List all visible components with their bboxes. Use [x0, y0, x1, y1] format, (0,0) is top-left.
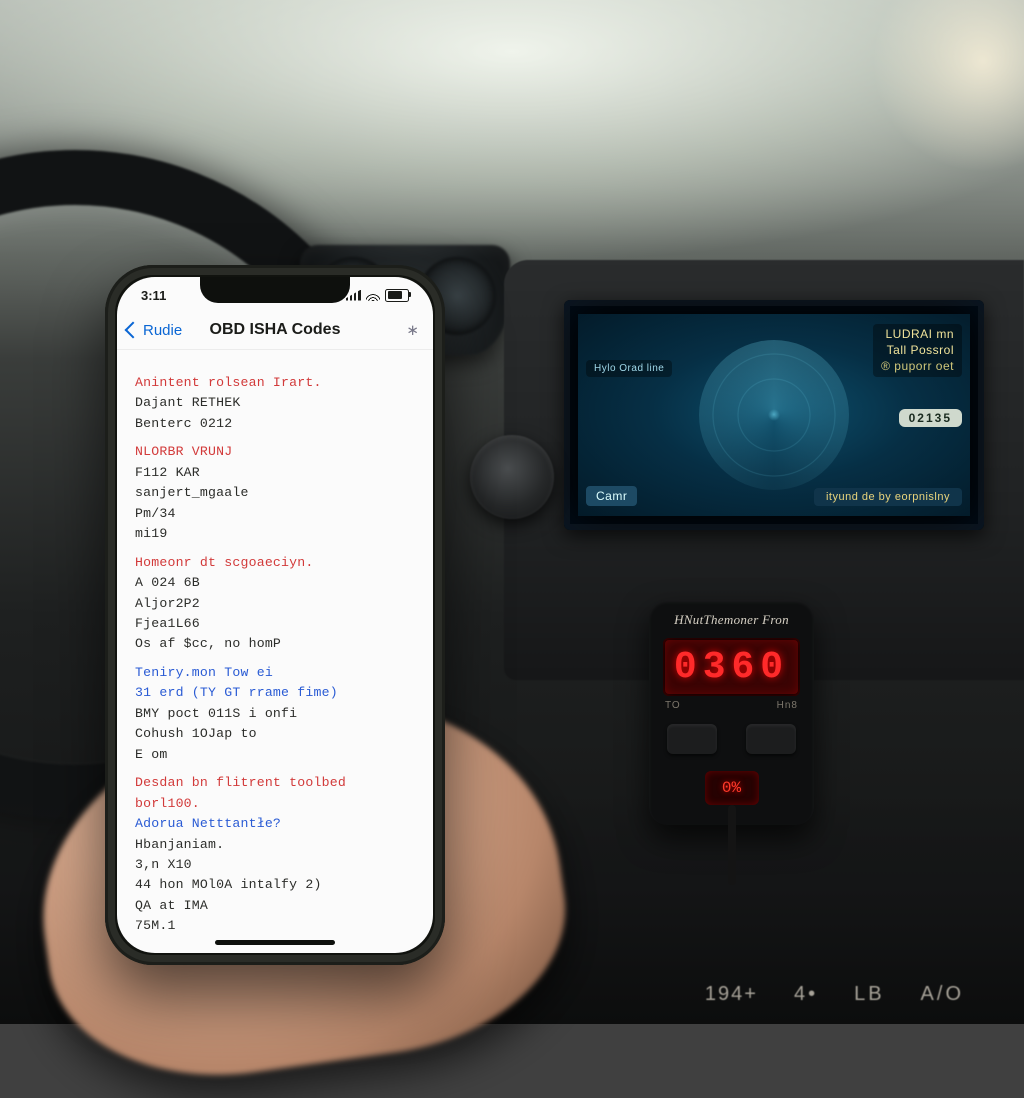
obd-cable	[728, 805, 736, 885]
code-group-header: NLORBR VRUNJ	[135, 442, 415, 462]
infotainment-left-small: Hylo Orad line	[586, 360, 672, 377]
wifi-icon	[366, 290, 380, 301]
dash-btn-3[interactable]: LB	[854, 983, 884, 1006]
diagnostic-codes-list[interactable]: Anintent rolsean Irart.Dajant RETHEKBent…	[117, 357, 433, 953]
code-line: Benterc 0212	[135, 414, 415, 434]
code-line: A 024 6B	[135, 573, 415, 593]
code-line: mi19	[135, 524, 415, 544]
code-group-header: Anintent rolsean Irart.	[135, 373, 415, 393]
obd-sublabel-left: TO	[665, 700, 681, 711]
battery-icon	[385, 289, 409, 302]
code-line: F112 KAR	[135, 463, 415, 483]
code-line: Fjea1L66	[135, 614, 415, 634]
obd-button-right[interactable]	[746, 724, 796, 754]
infotainment-bottom-right-button[interactable]: ityund de by eorpnislny	[814, 488, 962, 506]
code-group: Desdan bn flitrent toolbed borl100.Adoru…	[135, 773, 415, 937]
code-group-header: Desdan bn flitrent toolbed borl100.	[135, 773, 415, 814]
infotainment-badge: 02135	[899, 409, 962, 427]
dash-btn-4[interactable]: A/O	[921, 983, 964, 1006]
code-line: 31 erd (TY GT rrame fime)	[135, 683, 415, 703]
share-icon[interactable]: ∗	[406, 321, 419, 339]
code-line: 44 hon MOl0A intalfy 2)	[135, 875, 415, 895]
status-bar: 3:11	[117, 285, 433, 305]
infotainment-line2: Tall Possrol	[881, 342, 954, 358]
cellular-icon	[346, 290, 361, 301]
obd-sublabel-right: Hn8	[777, 700, 798, 711]
infotainment-bottom-left-button[interactable]: Camr	[586, 486, 637, 506]
code-line: sanjert_mgaale	[135, 483, 415, 503]
chevron-left-icon	[125, 322, 142, 339]
code-line: E om	[135, 745, 415, 765]
dash-btn-1[interactable]: 194+	[705, 983, 758, 1006]
home-indicator[interactable]	[215, 940, 335, 945]
infotainment-line3: ® puporr oet	[881, 358, 954, 374]
code-line: Dajant RETHEK	[135, 393, 415, 413]
obd-main-readout: 0360	[674, 646, 789, 689]
code-line: QA at IMA	[135, 896, 415, 916]
phone-screen[interactable]: 3:11 Rudie OBD ISHA Codes ∗ Anintent rol…	[117, 277, 433, 953]
nav-bar: Rudie OBD ISHA Codes ∗	[117, 311, 433, 350]
infotainment-top-right: LUDRAI mn Tall Possrol ® puporr oet	[873, 324, 962, 377]
code-line: Adorua Netttantłe?	[135, 814, 415, 834]
page-title: OBD ISHA Codes	[210, 321, 341, 339]
code-line: 3,n X10	[135, 855, 415, 875]
volume-knob[interactable]	[470, 435, 554, 519]
code-group: Teniry.mon Tow ei31 erd (TY GT rrame fim…	[135, 663, 415, 765]
obd-mini-lcd: 0%	[705, 771, 759, 805]
obd-scanner-device[interactable]: HNutThemoner Fron 0360 TO Hn8 0%	[649, 600, 814, 825]
dash-btn-2[interactable]: 4•	[794, 983, 818, 1006]
smartphone: 3:11 Rudie OBD ISHA Codes ∗ Anintent rol…	[105, 265, 445, 965]
back-button[interactable]: Rudie	[127, 322, 182, 339]
infotainment-screen[interactable]: LUDRAI mn Tall Possrol ® puporr oet 0213…	[564, 300, 984, 530]
obd-button-left[interactable]	[667, 724, 717, 754]
obd-main-lcd: 0360	[663, 638, 800, 696]
obd-mini-readout: 0%	[722, 779, 741, 797]
code-line: Cohush 1OJap to	[135, 724, 415, 744]
code-line: BMY poct 011S i onfi	[135, 704, 415, 724]
dash-button-row: 194+ 4• LB A/O	[705, 983, 964, 1006]
code-group: NLORBR VRUNJF112 KARsanjert_mgaalePm/34m…	[135, 442, 415, 544]
back-label: Rudie	[143, 322, 182, 339]
status-time: 3:11	[141, 288, 166, 303]
code-group-header: Homeonr dt scgoaeciyn.	[135, 553, 415, 573]
code-line: Aljor2P2	[135, 594, 415, 614]
code-line: Pm/34	[135, 504, 415, 524]
code-line: 75M.1	[135, 916, 415, 936]
code-line: Os af $cc, no homP	[135, 634, 415, 654]
code-group-header: Teniry.mon Tow ei	[135, 663, 415, 683]
radar-graphic	[699, 340, 849, 490]
code-line: Hbanjaniam.	[135, 835, 415, 855]
code-group: Homeonr dt scgoaeciyn.A 024 6BAljor2P2Fj…	[135, 553, 415, 655]
obd-brand-label: HNutThemoner Fron	[649, 612, 814, 628]
code-group: Anintent rolsean Irart.Dajant RETHEKBent…	[135, 373, 415, 434]
infotainment-line1: LUDRAI mn	[881, 326, 954, 342]
